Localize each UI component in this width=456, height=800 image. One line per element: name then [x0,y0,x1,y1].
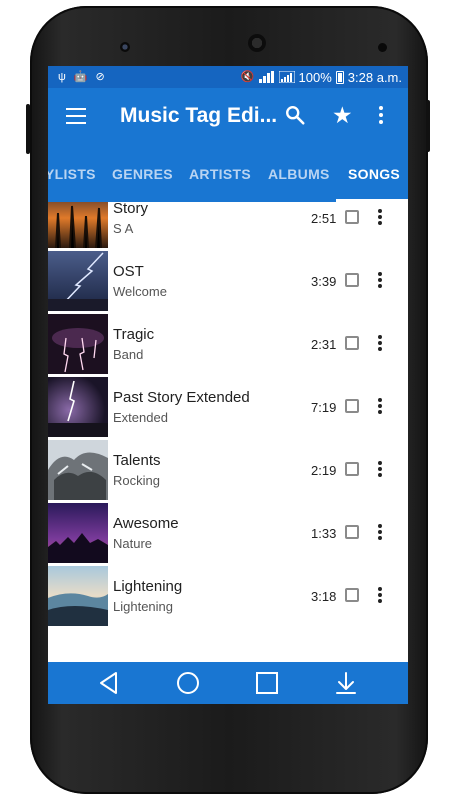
list-item[interactable]: Story S A 2:51 [48,202,408,251]
album-art [48,503,108,563]
menu-icon[interactable] [66,108,86,124]
select-checkbox[interactable] [345,399,359,413]
front-camera [120,42,130,52]
song-duration: 2:51 [311,211,337,226]
song-title: OST [113,263,144,280]
song-title: Awesome [113,515,179,532]
album-art [48,251,108,311]
song-duration: 7:19 [311,400,337,415]
song-artist: Lightening [113,599,173,614]
power-button [426,100,430,152]
more-vert-icon[interactable] [378,335,382,353]
volume-button [26,104,30,154]
tab-songs[interactable]: SONGS [348,166,400,182]
signal-icon [278,71,295,83]
more-vert-icon[interactable] [378,587,382,605]
song-artist: Nature [113,536,153,551]
song-duration: 3:18 [311,589,337,604]
battery-percent: 100% [298,69,332,85]
app-bar: Music Tag Edi... ★ [48,88,408,146]
select-checkbox[interactable] [345,462,359,476]
song-artist: Extended [113,410,168,425]
song-title: Tragic [113,326,155,343]
recents-icon[interactable] [254,670,280,696]
back-icon[interactable] [96,670,122,696]
tab-albums[interactable]: ALBUMS [268,166,330,182]
song-artist: Band [113,347,144,362]
tab-bar: YLISTS GENRES ARTISTS ALBUMS SONGS [48,146,408,202]
more-vert-icon[interactable] [378,272,382,290]
star-icon[interactable]: ★ [332,104,353,127]
app-title: Music Tag Edi... [120,104,278,127]
song-duration: 2:31 [311,337,337,352]
mute-icon: 🔇 [240,70,255,83]
search-icon[interactable] [284,104,306,126]
song-duration: 1:33 [311,526,337,541]
song-list[interactable]: Story S A 2:51 OST Welcome 3:39 Tragic B… [48,202,408,662]
home-icon[interactable] [175,670,201,696]
signal-off-icon: ⊘ [95,70,105,83]
signal-icon [258,71,274,83]
proximity-sensor [378,43,387,52]
more-vert-icon[interactable] [378,398,382,416]
song-duration: 2:19 [311,463,337,478]
select-checkbox[interactable] [345,273,359,287]
screen: ψ 🤖 ⊘ 🔇 100% 3:28 a.m. Music Tag Edi... [48,66,408,704]
select-checkbox[interactable] [345,588,359,602]
more-vert-icon[interactable] [378,461,382,479]
album-art [48,566,108,626]
select-checkbox[interactable] [345,336,359,350]
song-title: Lightening [113,578,183,595]
song-artist: S A [113,221,134,236]
list-item[interactable]: Past Story Extended Extended 7:19 [48,377,408,440]
list-item[interactable]: Tragic Band 2:31 [48,314,408,377]
system-nav-bar [48,662,408,704]
more-vert-icon[interactable] [378,106,384,127]
tab-artists[interactable]: ARTISTS [189,166,251,182]
download-icon[interactable] [333,670,359,696]
song-duration: 3:39 [311,274,337,289]
android-icon: 🤖 [73,70,88,83]
tab-playlists[interactable]: YLISTS [48,166,96,182]
select-checkbox[interactable] [345,525,359,539]
song-title: Talents [113,452,161,469]
tab-genres[interactable]: GENRES [112,166,173,182]
album-art [48,377,108,437]
list-item[interactable]: Talents Rocking 2:19 [48,440,408,503]
list-item[interactable]: OST Welcome 3:39 [48,251,408,314]
list-item[interactable]: Lightening Lightening 3:18 [48,566,408,629]
album-art [48,202,108,248]
clock: 3:28 a.m. [347,69,402,85]
status-bar: ψ 🤖 ⊘ 🔇 100% 3:28 a.m. [48,66,408,88]
song-title: Story [113,202,149,217]
album-art [48,314,108,374]
list-item[interactable]: Awesome Nature 1:33 [48,503,408,566]
more-vert-icon[interactable] [378,524,382,542]
song-artist: Rocking [113,473,160,488]
select-checkbox[interactable] [345,210,359,224]
earpiece-speaker [248,34,266,52]
more-vert-icon[interactable] [378,209,382,227]
song-title: Past Story Extended [113,389,250,406]
album-art [48,440,108,500]
battery-icon [335,70,344,84]
song-artist: Welcome [113,284,167,299]
usb-icon: ψ [58,70,66,83]
